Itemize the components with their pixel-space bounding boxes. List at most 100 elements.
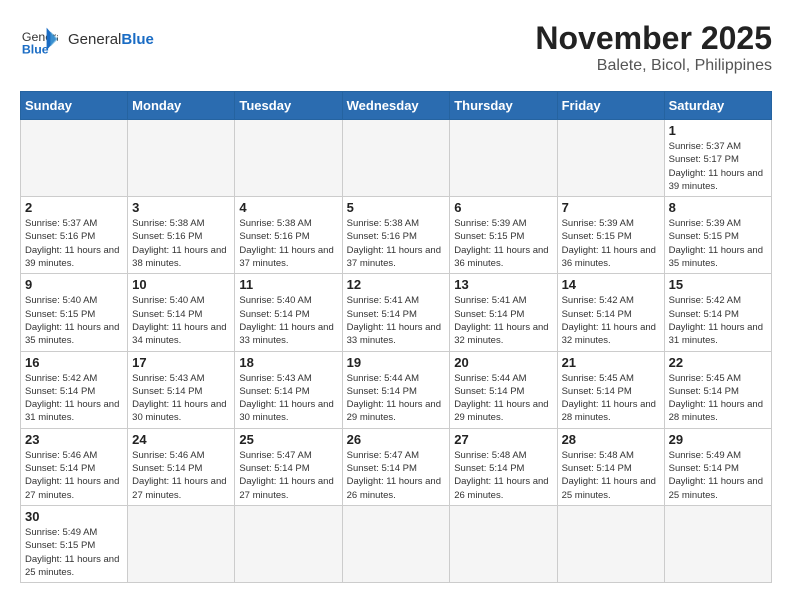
day-number: 10 xyxy=(132,277,230,292)
day-number: 5 xyxy=(347,200,446,215)
calendar-cell: 22Sunrise: 5:45 AM Sunset: 5:14 PM Dayli… xyxy=(664,351,771,428)
calendar-cell: 16 Sunrise: 5:42 AM Sunset: 5:14 PM Dayli… xyxy=(21,351,128,428)
header-thursday: Thursday xyxy=(450,92,557,120)
calendar-cell: 26Sunrise: 5:47 AM Sunset: 5:14 PM Dayli… xyxy=(342,428,450,505)
day-number: 29 xyxy=(669,432,767,447)
day-info: Sunrise: 5:44 AM Sunset: 5:14 PM Dayligh… xyxy=(454,372,552,425)
day-number: 9 xyxy=(25,277,123,292)
logo-icon: General Blue xyxy=(20,20,58,58)
calendar-cell: 23 Sunrise: 5:46 AM Sunset: 5:14 PM Dayli… xyxy=(21,428,128,505)
day-number: 7 xyxy=(562,200,660,215)
day-number: 2 xyxy=(25,200,123,215)
header-tuesday: Tuesday xyxy=(235,92,342,120)
day-number: 17 xyxy=(132,355,230,370)
day-number: 25 xyxy=(239,432,337,447)
calendar-cell: 10Sunrise: 5:40 AM Sunset: 5:14 PM Dayli… xyxy=(128,274,235,351)
calendar-cell xyxy=(128,120,235,197)
day-info: Sunrise: 5:41 AM Sunset: 5:14 PM Dayligh… xyxy=(347,294,446,347)
day-number: 12 xyxy=(347,277,446,292)
calendar-cell xyxy=(664,505,771,582)
page-title: November 2025 xyxy=(535,20,772,57)
header-saturday: Saturday xyxy=(664,92,771,120)
day-number: 22 xyxy=(669,355,767,370)
day-info: Sunrise: 5:42 AM Sunset: 5:14 PM Dayligh… xyxy=(562,294,660,347)
day-info: Sunrise: 5:39 AM Sunset: 5:15 PM Dayligh… xyxy=(454,217,552,270)
calendar-row: 1 Sunrise: 5:37 AM Sunset: 5:17 PM Daylig… xyxy=(21,120,772,197)
day-number: 11 xyxy=(239,277,337,292)
title-block: November 2025 Balete, Bicol, Philippines xyxy=(535,20,772,75)
calendar-cell xyxy=(235,505,342,582)
day-info: Sunrise: 5:37 AM Sunset: 5:16 PM Dayligh… xyxy=(25,217,123,270)
day-info: Sunrise: 5:48 AM Sunset: 5:14 PM Dayligh… xyxy=(562,449,660,502)
calendar-row: 16 Sunrise: 5:42 AM Sunset: 5:14 PM Dayli… xyxy=(21,351,772,428)
day-info: Sunrise: 5:37 AM Sunset: 5:17 PM Dayligh… xyxy=(669,140,767,193)
day-number: 3 xyxy=(132,200,230,215)
calendar-cell: 8Sunrise: 5:39 AM Sunset: 5:15 PM Daylig… xyxy=(664,197,771,274)
calendar-cell: 14 Sunrise: 5:42 AM Sunset: 5:14 PM Dayli… xyxy=(557,274,664,351)
day-number: 4 xyxy=(239,200,337,215)
svg-text:Blue: Blue xyxy=(22,42,49,56)
day-info: Sunrise: 5:43 AM Sunset: 5:14 PM Dayligh… xyxy=(132,372,230,425)
calendar-cell xyxy=(235,120,342,197)
header-friday: Friday xyxy=(557,92,664,120)
calendar-cell xyxy=(21,120,128,197)
calendar-cell xyxy=(450,120,557,197)
calendar-cell: 1 Sunrise: 5:37 AM Sunset: 5:17 PM Daylig… xyxy=(664,120,771,197)
calendar-cell xyxy=(557,120,664,197)
day-number: 18 xyxy=(239,355,337,370)
calendar-cell: 20 Sunrise: 5:44 AM Sunset: 5:14 PM Dayli… xyxy=(450,351,557,428)
day-number: 21 xyxy=(562,355,660,370)
day-info: Sunrise: 5:43 AM Sunset: 5:14 PM Dayligh… xyxy=(239,372,337,425)
calendar-cell: 6 Sunrise: 5:39 AM Sunset: 5:15 PM Daylig… xyxy=(450,197,557,274)
calendar-cell: 17 Sunrise: 5:43 AM Sunset: 5:14 PM Dayli… xyxy=(128,351,235,428)
calendar-cell: 13Sunrise: 5:41 AM Sunset: 5:14 PM Dayli… xyxy=(450,274,557,351)
day-info: Sunrise: 5:42 AM Sunset: 5:14 PM Dayligh… xyxy=(25,372,123,425)
day-number: 19 xyxy=(347,355,446,370)
logo: General Blue GeneralBlue xyxy=(20,20,154,58)
day-info: Sunrise: 5:39 AM Sunset: 5:15 PM Dayligh… xyxy=(669,217,767,270)
day-info: Sunrise: 5:40 AM Sunset: 5:15 PM Dayligh… xyxy=(25,294,123,347)
calendar-cell: 30Sunrise: 5:49 AM Sunset: 5:15 PM Dayli… xyxy=(21,505,128,582)
calendar-cell: 29 Sunrise: 5:49 AM Sunset: 5:14 PM Dayli… xyxy=(664,428,771,505)
calendar-row: 9 Sunrise: 5:40 AM Sunset: 5:15 PM Daylig… xyxy=(21,274,772,351)
calendar-cell: 5 Sunrise: 5:38 AM Sunset: 5:16 PM Daylig… xyxy=(342,197,450,274)
day-number: 24 xyxy=(132,432,230,447)
calendar-table: Sunday Monday Tuesday Wednesday Thursday… xyxy=(20,91,772,583)
day-number: 14 xyxy=(562,277,660,292)
day-number: 23 xyxy=(25,432,123,447)
day-info: Sunrise: 5:45 AM Sunset: 5:14 PM Dayligh… xyxy=(562,372,660,425)
day-number: 13 xyxy=(454,277,552,292)
calendar-cell: 2 Sunrise: 5:37 AM Sunset: 5:16 PM Daylig… xyxy=(21,197,128,274)
day-info: Sunrise: 5:44 AM Sunset: 5:14 PM Dayligh… xyxy=(347,372,446,425)
page-header: General Blue GeneralBlue November 2025 B… xyxy=(20,20,772,75)
day-number: 20 xyxy=(454,355,552,370)
day-number: 16 xyxy=(25,355,123,370)
calendar-cell xyxy=(342,120,450,197)
calendar-cell: 28Sunrise: 5:48 AM Sunset: 5:14 PM Dayli… xyxy=(557,428,664,505)
calendar-row: 2 Sunrise: 5:37 AM Sunset: 5:16 PM Daylig… xyxy=(21,197,772,274)
logo-text: GeneralBlue xyxy=(68,31,154,48)
calendar-cell: 15Sunrise: 5:42 AM Sunset: 5:14 PM Dayli… xyxy=(664,274,771,351)
day-info: Sunrise: 5:46 AM Sunset: 5:14 PM Dayligh… xyxy=(132,449,230,502)
calendar-cell: 25 Sunrise: 5:47 AM Sunset: 5:14 PM Dayli… xyxy=(235,428,342,505)
day-info: Sunrise: 5:38 AM Sunset: 5:16 PM Dayligh… xyxy=(132,217,230,270)
day-info: Sunrise: 5:47 AM Sunset: 5:14 PM Dayligh… xyxy=(239,449,337,502)
calendar-cell: 3 Sunrise: 5:38 AM Sunset: 5:16 PM Daylig… xyxy=(128,197,235,274)
calendar-cell xyxy=(557,505,664,582)
day-number: 26 xyxy=(347,432,446,447)
calendar-row: 30Sunrise: 5:49 AM Sunset: 5:15 PM Dayli… xyxy=(21,505,772,582)
day-info: Sunrise: 5:38 AM Sunset: 5:16 PM Dayligh… xyxy=(239,217,337,270)
header-wednesday: Wednesday xyxy=(342,92,450,120)
day-info: Sunrise: 5:46 AM Sunset: 5:14 PM Dayligh… xyxy=(25,449,123,502)
day-info: Sunrise: 5:49 AM Sunset: 5:14 PM Dayligh… xyxy=(669,449,767,502)
day-number: 1 xyxy=(669,123,767,138)
day-number: 6 xyxy=(454,200,552,215)
calendar-cell xyxy=(450,505,557,582)
calendar-cell: 19 Sunrise: 5:44 AM Sunset: 5:14 PM Dayli… xyxy=(342,351,450,428)
calendar-cell: 24 Sunrise: 5:46 AM Sunset: 5:14 PM Dayli… xyxy=(128,428,235,505)
header-sunday: Sunday xyxy=(21,92,128,120)
day-number: 30 xyxy=(25,509,123,524)
day-number: 27 xyxy=(454,432,552,447)
day-info: Sunrise: 5:38 AM Sunset: 5:16 PM Dayligh… xyxy=(347,217,446,270)
calendar-cell: 11Sunrise: 5:40 AM Sunset: 5:14 PM Dayli… xyxy=(235,274,342,351)
